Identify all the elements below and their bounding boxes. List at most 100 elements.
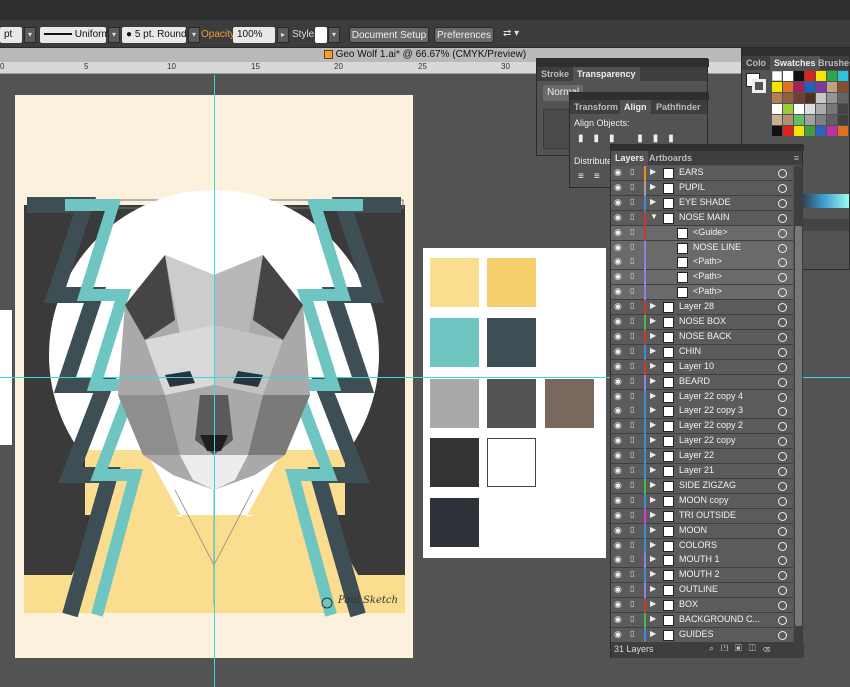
document-setup-button[interactable]: Document Setup [349, 27, 429, 43]
visibility-eye-icon[interactable]: ◉ [614, 554, 625, 566]
visibility-eye-icon[interactable]: ◉ [614, 391, 625, 403]
expand-triangle-icon[interactable]: ▶ [650, 405, 656, 414]
layer-row[interactable]: ◉ ▯ ▶ MOON [611, 523, 793, 539]
layer-name[interactable]: Layer 28 [679, 301, 714, 311]
visibility-eye-icon[interactable]: ◉ [614, 465, 625, 477]
layer-row[interactable]: ◉ ▯ ▶ SIDE ZIGZAG [611, 478, 793, 494]
layer-row[interactable]: ◉ ▯ <Path> [611, 285, 793, 301]
expand-triangle-icon[interactable]: ▶ [650, 599, 656, 608]
layer-name[interactable]: <Path> [693, 256, 722, 266]
layer-name[interactable]: Layer 22 [679, 450, 714, 460]
document-tab[interactable]: Geo Wolf 1.ai* @ 66.67% (CMYK/Preview) [0, 48, 850, 62]
visibility-eye-icon[interactable]: ◉ [614, 242, 625, 254]
visibility-eye-icon[interactable]: ◉ [614, 331, 625, 343]
layer-row[interactable]: ◉ ▯ ▶ BACKGROUND C... [611, 613, 793, 628]
layer-row[interactable]: ◉ ▯ ▶ CHIN [611, 344, 793, 360]
visibility-eye-icon[interactable]: ◉ [614, 510, 625, 522]
opacity-dropdown[interactable]: ▸ [277, 27, 289, 43]
target-circle-icon[interactable] [778, 630, 787, 640]
target-circle-icon[interactable] [778, 243, 787, 253]
expand-triangle-icon[interactable]: ▶ [650, 361, 656, 370]
lock-icon[interactable]: ▯ [630, 569, 640, 581]
tab-align[interactable]: Align [620, 100, 651, 114]
layer-row[interactable]: ◉ ▯ ▶ MOUTH 2 [611, 568, 793, 584]
layer-row[interactable]: ◉ ▯ ▶ MOUTH 1 [611, 553, 793, 569]
layer-row[interactable]: ◉ ▯ ▶ Layer 28 [611, 300, 793, 316]
expand-triangle-icon[interactable]: ▶ [650, 495, 656, 504]
layer-row[interactable]: ◉ ▯ ▼ NOSE MAIN [611, 210, 793, 226]
visibility-eye-icon[interactable]: ◉ [614, 495, 625, 507]
horizontal-ruler[interactable]: 0 5 10 15 20 25 30 35 40 45 50 [0, 62, 850, 74]
layer-name[interactable]: NOSE BOX [679, 316, 726, 326]
expand-triangle-icon[interactable]: ▶ [650, 301, 656, 310]
lock-icon[interactable]: ▯ [630, 420, 640, 432]
lock-icon[interactable]: ▯ [630, 227, 640, 239]
target-circle-icon[interactable] [778, 407, 787, 417]
lock-icon[interactable]: ▯ [630, 405, 640, 417]
layer-action-icons[interactable]: ⌕◳▣◫⌫ [709, 643, 777, 654]
layer-row[interactable]: ◉ ▯ ▶ BEARD [611, 374, 793, 390]
tab-swatches[interactable]: Swatches [770, 56, 820, 70]
brush-dropdown[interactable]: ▾ [188, 27, 200, 43]
visibility-eye-icon[interactable]: ◉ [614, 361, 625, 373]
stroke-swatch[interactable] [752, 79, 766, 93]
visibility-eye-icon[interactable]: ◉ [614, 227, 625, 239]
layer-name[interactable]: NOSE MAIN [679, 212, 730, 222]
visibility-eye-icon[interactable]: ◉ [614, 212, 625, 224]
distribute-buttons-row[interactable]: ≡≡ [578, 171, 610, 182]
palette-swatch[interactable] [487, 258, 536, 307]
layer-row[interactable]: ◉ ▯ ▶ EARS [611, 166, 793, 181]
target-circle-icon[interactable] [778, 616, 787, 625]
target-circle-icon[interactable] [778, 422, 787, 432]
layer-row[interactable]: ◉ ▯ NOSE LINE [611, 240, 793, 256]
palette-swatch[interactable] [487, 438, 536, 487]
visibility-eye-icon[interactable]: ◉ [614, 569, 625, 581]
expand-triangle-icon[interactable]: ▶ [650, 391, 656, 400]
target-circle-icon[interactable] [778, 213, 787, 223]
panel-grip[interactable] [537, 59, 709, 67]
visibility-eye-icon[interactable]: ◉ [614, 599, 625, 611]
layer-row[interactable]: ◉ ▯ ▶ BOX [611, 598, 793, 614]
lock-icon[interactable]: ▯ [630, 182, 640, 194]
layer-row[interactable]: ◉ ▯ ▶ Layer 22 copy [611, 434, 793, 450]
layer-row[interactable]: ◉ ▯ ▶ Layer 10 [611, 359, 793, 375]
lock-icon[interactable]: ▯ [630, 271, 640, 283]
target-circle-icon[interactable] [778, 452, 787, 462]
layer-name[interactable]: MOUTH 1 [679, 554, 720, 564]
target-circle-icon[interactable] [778, 198, 787, 208]
expand-triangle-icon[interactable]: ▶ [650, 346, 656, 355]
visibility-eye-icon[interactable]: ◉ [614, 450, 625, 462]
layer-name[interactable]: MOUTH 2 [679, 569, 720, 579]
expand-triangle-icon[interactable]: ▶ [650, 465, 656, 474]
layer-row[interactable]: ◉ ▯ ▶ GUIDES [611, 627, 793, 643]
expand-triangle-icon[interactable]: ▶ [650, 584, 656, 593]
lock-icon[interactable]: ▯ [630, 525, 640, 537]
color-ramp[interactable] [797, 194, 849, 208]
graphic-style-swatch[interactable] [315, 27, 327, 43]
layer-name[interactable]: GUIDES [679, 629, 714, 639]
layer-name[interactable]: BACKGROUND C... [679, 614, 760, 624]
visibility-eye-icon[interactable]: ◉ [614, 405, 625, 417]
visibility-eye-icon[interactable]: ◉ [614, 286, 625, 298]
expand-triangle-icon[interactable]: ▶ [650, 540, 656, 549]
layer-row[interactable]: ◉ ▯ ▶ Layer 22 [611, 449, 793, 465]
layer-name[interactable]: NOSE BACK [679, 331, 732, 341]
stroke-weight-field[interactable]: pt [0, 27, 22, 43]
expand-triangle-icon[interactable]: ▶ [650, 614, 656, 623]
expand-triangle-icon[interactable]: ▶ [650, 554, 656, 563]
lock-icon[interactable]: ▯ [630, 376, 640, 388]
lock-icon[interactable]: ▯ [630, 212, 640, 224]
expand-triangle-icon[interactable]: ▶ [650, 435, 656, 444]
palette-swatch[interactable] [430, 318, 479, 367]
lock-icon[interactable]: ▯ [630, 197, 640, 209]
visibility-eye-icon[interactable]: ◉ [614, 271, 625, 283]
lock-icon[interactable]: ▯ [630, 540, 640, 552]
target-circle-icon[interactable] [778, 377, 787, 387]
lock-icon[interactable]: ▯ [630, 167, 640, 179]
layer-row[interactable]: ◉ ▯ ▶ PUPIL [611, 180, 793, 196]
layer-row[interactable]: ◉ ▯ ▶ OUTLINE [611, 583, 793, 599]
lock-icon[interactable]: ▯ [630, 301, 640, 313]
visibility-eye-icon[interactable]: ◉ [614, 540, 625, 552]
panel-menu-icon[interactable]: ≡ [794, 153, 799, 163]
lock-icon[interactable]: ▯ [630, 599, 640, 611]
